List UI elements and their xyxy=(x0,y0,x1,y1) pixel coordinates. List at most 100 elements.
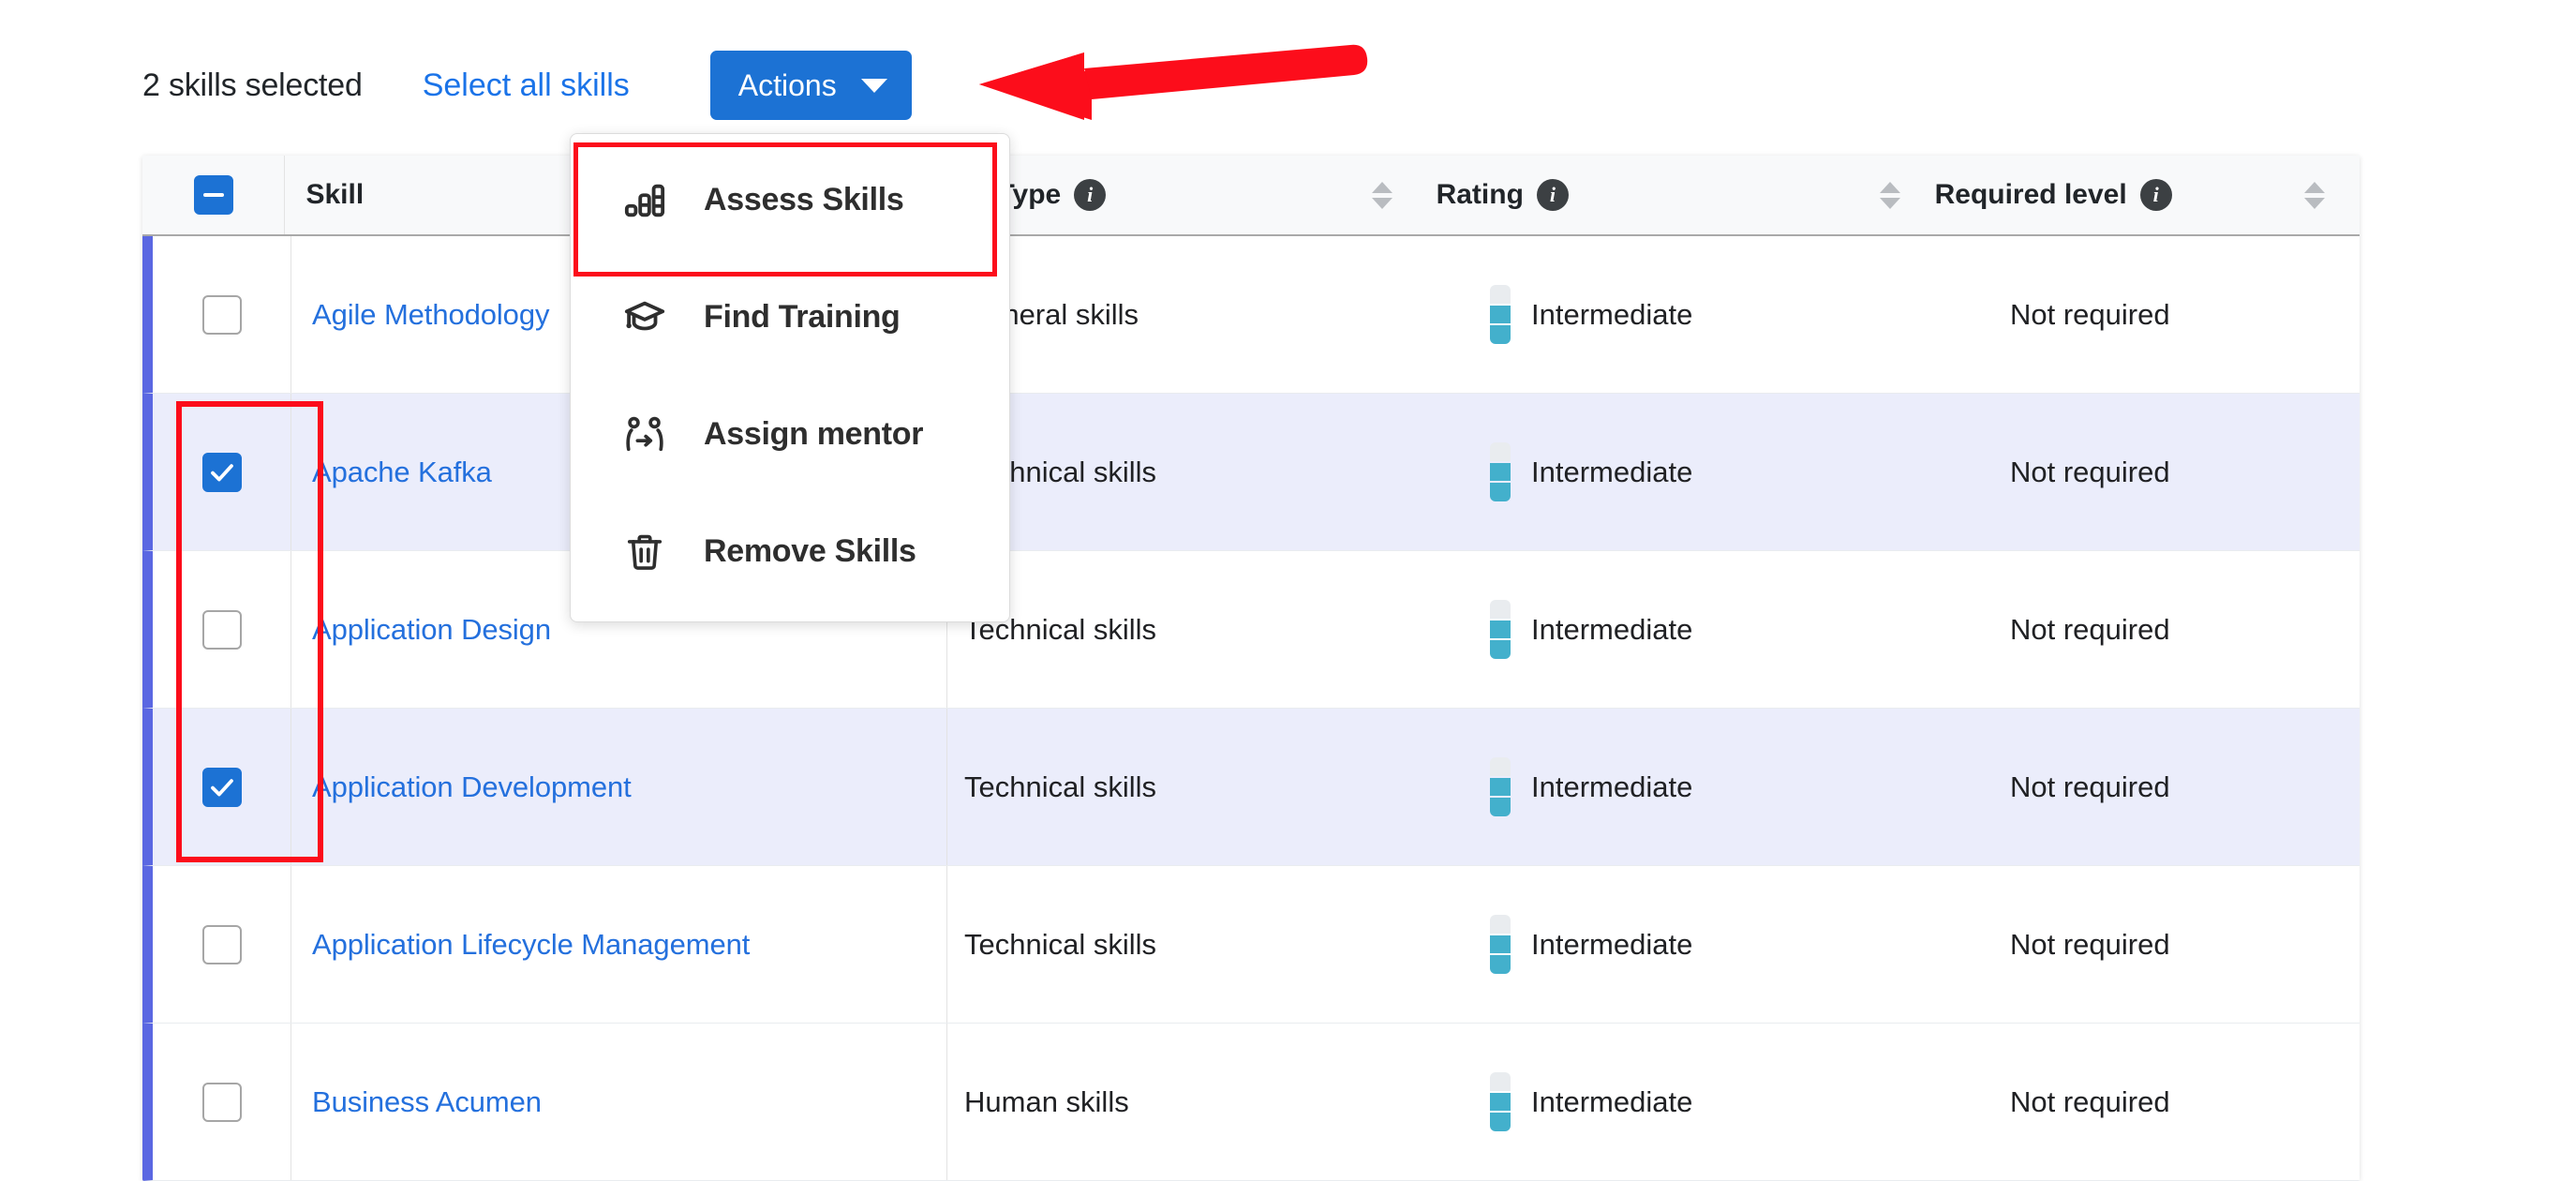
cell-required-level: Not required xyxy=(2010,612,2170,646)
cell-skill-type: General skills xyxy=(946,236,1387,393)
row-checkbox[interactable] xyxy=(201,609,242,650)
rating-segment xyxy=(1490,305,1511,324)
menu-item-label: Assess Skills xyxy=(704,182,904,217)
cell-spacer xyxy=(1387,866,1481,1023)
rating-level-bar-icon xyxy=(1490,285,1511,345)
table-body: Agile Methodology General skills Intermedi… xyxy=(142,236,2360,1181)
rating-segment xyxy=(1490,600,1511,619)
skill-link[interactable]: Business Acumen xyxy=(312,1085,542,1119)
sort-arrow-up-icon xyxy=(1371,181,1392,193)
rating-wrapper: Intermediate xyxy=(1490,1072,1693,1132)
select-all-checkbox-cell[interactable] xyxy=(142,156,284,234)
cell-spacer xyxy=(1387,709,1481,865)
table-row[interactable]: Application Design Technical skills Interm… xyxy=(142,551,2360,709)
assign-person-icon xyxy=(621,411,668,458)
row-checkbox[interactable] xyxy=(201,294,242,335)
cell-spacer xyxy=(1916,236,2010,393)
cell-skill-type: Technical skills xyxy=(946,551,1387,708)
row-checkbox-cell[interactable] xyxy=(153,394,290,550)
actions-button[interactable]: Actions xyxy=(709,51,912,120)
cell-rating: Intermediate xyxy=(1481,394,1916,550)
table-row[interactable]: Agile Methodology General skills Intermedi… xyxy=(142,236,2360,394)
menu-item-label: Assign mentor xyxy=(704,416,924,452)
cell-required-level: Not required xyxy=(2010,297,2170,331)
annotation-arrow-icon xyxy=(979,44,1368,120)
menu-item-find-training[interactable]: Find Training xyxy=(571,259,1009,376)
cell-skill: Business Acumen xyxy=(290,1024,946,1180)
cell-required-level: Not required xyxy=(2010,927,2170,961)
cell-spacer xyxy=(1387,394,1481,550)
menu-item-assign-mentor[interactable]: Assign mentor xyxy=(571,376,1009,493)
sort-arrow-down-icon xyxy=(1371,197,1392,209)
actions-button-label: Actions xyxy=(737,67,837,102)
column-header-label: Skill xyxy=(305,179,365,210)
cell-spacer xyxy=(1916,394,2010,550)
sort-arrow-down-icon xyxy=(2304,197,2326,209)
select-all-skills-link[interactable]: Select all skills xyxy=(423,67,630,104)
sort-control-rating[interactable] xyxy=(1845,156,1935,234)
cell-skill-type: Technical skills xyxy=(946,709,1387,865)
sort-control-required-level[interactable] xyxy=(2270,156,2360,234)
row-checkbox[interactable] xyxy=(201,924,242,964)
select-all-checkbox[interactable] xyxy=(193,175,233,215)
rating-label: Intermediate xyxy=(1531,297,1693,331)
rating-segment xyxy=(1490,934,1511,954)
cell-spacer xyxy=(1916,1024,2010,1180)
cell-skill-type: Human skills xyxy=(946,1024,1387,1180)
skill-link[interactable]: Agile Methodology xyxy=(312,298,549,332)
rating-wrapper: Intermediate xyxy=(1490,915,1692,975)
sort-updown-icon[interactable] xyxy=(1371,181,1392,209)
cell-spacer xyxy=(1387,1024,1481,1180)
selected-count-label: 2 skills selected xyxy=(142,67,363,103)
rating-label: Intermediate xyxy=(1531,1084,1693,1118)
rating-segment xyxy=(1490,1092,1511,1112)
row-checkbox[interactable] xyxy=(201,1082,242,1122)
table-row[interactable]: Apache Kafka Technical skills Intermediate… xyxy=(142,394,2360,551)
skill-link[interactable]: Apache Kafka xyxy=(312,456,492,489)
rating-label: Intermediate xyxy=(1531,770,1693,803)
menu-item-remove-skills[interactable]: Remove Skills xyxy=(571,493,1009,610)
row-checkbox[interactable] xyxy=(201,452,242,492)
actions-dropdown-menu[interactable]: Assess Skills Find Training Assign mento xyxy=(570,133,1010,622)
row-checkbox[interactable] xyxy=(201,767,242,807)
rating-segment xyxy=(1490,757,1511,776)
sort-arrow-up-icon xyxy=(2304,181,2326,193)
cell-spacer xyxy=(1387,236,1481,393)
sort-updown-icon[interactable] xyxy=(1879,181,1900,209)
table-row[interactable]: Application Development Technical skills I… xyxy=(142,709,2360,866)
cell-skill-type: Technical skills xyxy=(946,394,1387,550)
info-icon[interactable]: i xyxy=(2139,179,2172,211)
cell-spacer xyxy=(1916,709,2010,865)
column-header-label: Rating xyxy=(1436,179,1524,210)
rating-level-bar-icon xyxy=(1490,757,1511,817)
row-checkbox-cell[interactable] xyxy=(153,1024,290,1180)
rating-segment xyxy=(1490,285,1511,304)
row-checkbox-cell[interactable] xyxy=(153,551,290,708)
skill-link[interactable]: Application Development xyxy=(312,770,632,804)
rating-segment xyxy=(1490,955,1511,975)
rating-segment xyxy=(1490,462,1511,482)
sort-updown-icon[interactable] xyxy=(2304,181,2326,209)
rating-segment xyxy=(1490,1113,1511,1132)
table-row[interactable]: Business Acumen Human skills Intermediate N… xyxy=(142,1024,2360,1181)
info-icon[interactable]: i xyxy=(1074,179,1107,211)
rating-segment xyxy=(1490,798,1511,817)
row-checkbox-cell[interactable] xyxy=(153,866,290,1023)
cell-spacer xyxy=(1387,551,1481,708)
row-checkbox-cell[interactable] xyxy=(153,236,290,393)
row-checkbox-cell[interactable] xyxy=(153,709,290,865)
table-row[interactable]: Application Lifecycle Management Technica… xyxy=(142,866,2360,1024)
column-header-rating[interactable]: Rating i xyxy=(1427,156,1845,234)
cell-rating: Intermediate xyxy=(1481,551,1916,708)
cell-rating: Intermediate xyxy=(1481,236,1916,393)
rating-segment xyxy=(1490,325,1511,345)
info-icon[interactable]: i xyxy=(1536,179,1569,211)
sort-control-skill-type[interactable] xyxy=(1337,156,1427,234)
skill-link[interactable]: Application Lifecycle Management xyxy=(312,928,750,962)
table-header-row: Skill Skill Type i Rating i Required lev… xyxy=(142,156,2360,236)
cell-skill: Application Development xyxy=(290,709,946,865)
skill-link[interactable]: Application Design xyxy=(312,613,551,647)
rating-label: Intermediate xyxy=(1531,455,1693,488)
column-header-required-level[interactable]: Required level i xyxy=(1935,156,2271,234)
menu-item-assess-skills[interactable]: Assess Skills xyxy=(571,142,1009,259)
